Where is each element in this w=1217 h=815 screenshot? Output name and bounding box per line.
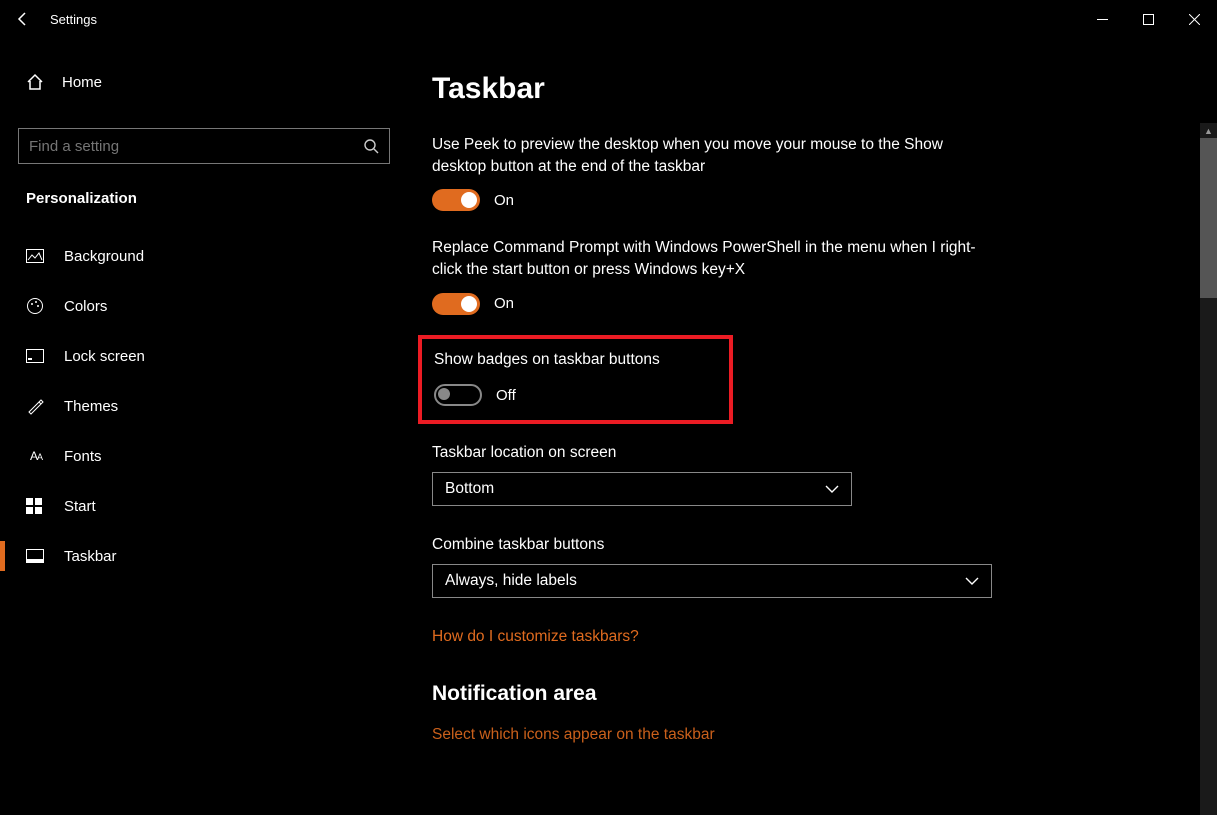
chevron-down-icon [825,485,839,493]
peek-toggle[interactable] [432,189,480,211]
sidebar-item-label: Background [64,248,144,265]
sidebar-item-start[interactable]: Start [18,481,390,531]
location-label: Taskbar location on screen [432,444,1187,462]
close-icon [1189,14,1200,25]
search-input-container[interactable] [18,128,390,164]
minimize-button[interactable] [1079,0,1125,38]
search-icon [363,138,379,154]
combine-label: Combine taskbar buttons [432,536,1187,554]
sidebar-item-label: Themes [64,398,118,415]
close-button[interactable] [1171,0,1217,38]
powershell-toggle-state: On [494,295,514,312]
search-input[interactable] [29,138,363,155]
sidebar-item-lockscreen[interactable]: Lock screen [18,331,390,381]
scroll-up-arrow[interactable]: ▲ [1200,123,1217,138]
notification-icons-link[interactable]: Select which icons appear on the taskbar [432,726,1187,744]
lockscreen-icon [26,349,46,363]
sidebar-item-colors[interactable]: Colors [18,281,390,331]
chevron-down-icon [965,577,979,585]
palette-icon [26,297,46,315]
peek-description: Use Peek to preview the desktop when you… [432,134,992,177]
fonts-icon: AA [26,449,46,463]
section-label: Personalization [26,190,390,207]
sidebar-item-themes[interactable]: Themes [18,381,390,431]
arrow-left-icon [15,11,31,27]
combine-value: Always, hide labels [445,572,577,590]
sidebar-item-taskbar[interactable]: Taskbar [18,531,390,581]
sidebar: Home Personalization Background Colors L… [0,38,400,815]
sidebar-item-label: Taskbar [64,548,117,565]
location-value: Bottom [445,480,494,498]
powershell-description: Replace Command Prompt with Windows Powe… [432,237,992,280]
content-area: Taskbar Use Peek to preview the desktop … [400,38,1217,815]
picture-icon [26,249,46,263]
taskbar-icon [26,549,46,563]
sidebar-item-fonts[interactable]: AA Fonts [18,431,390,481]
maximize-icon [1143,14,1154,25]
scrollbar-track[interactable] [1200,138,1217,815]
back-button[interactable] [0,0,46,38]
sidebar-item-label: Lock screen [64,348,145,365]
badges-toggle[interactable] [434,384,482,406]
sidebar-item-label: Fonts [64,448,102,465]
home-icon [26,73,44,91]
badges-description: Show badges on taskbar buttons [434,349,717,371]
badges-toggle-state: Off [496,387,516,404]
sidebar-item-label: Start [64,498,96,515]
page-title: Taskbar [432,72,1187,106]
highlighted-setting: Show badges on taskbar buttons Off [418,335,733,425]
powershell-toggle[interactable] [432,293,480,315]
location-dropdown[interactable]: Bottom [432,472,852,506]
start-icon [26,498,46,514]
themes-icon [26,397,46,415]
peek-toggle-state: On [494,192,514,209]
customize-help-link[interactable]: How do I customize taskbars? [432,628,639,646]
combine-dropdown[interactable]: Always, hide labels [432,564,992,598]
home-nav[interactable]: Home [18,54,390,110]
sidebar-item-label: Colors [64,298,107,315]
window-title: Settings [50,12,97,27]
home-label: Home [62,74,102,91]
maximize-button[interactable] [1125,0,1171,38]
sidebar-item-background[interactable]: Background [18,231,390,281]
notification-area-header: Notification area [432,682,1187,706]
minimize-icon [1097,14,1108,25]
scrollbar-thumb[interactable] [1200,138,1217,298]
